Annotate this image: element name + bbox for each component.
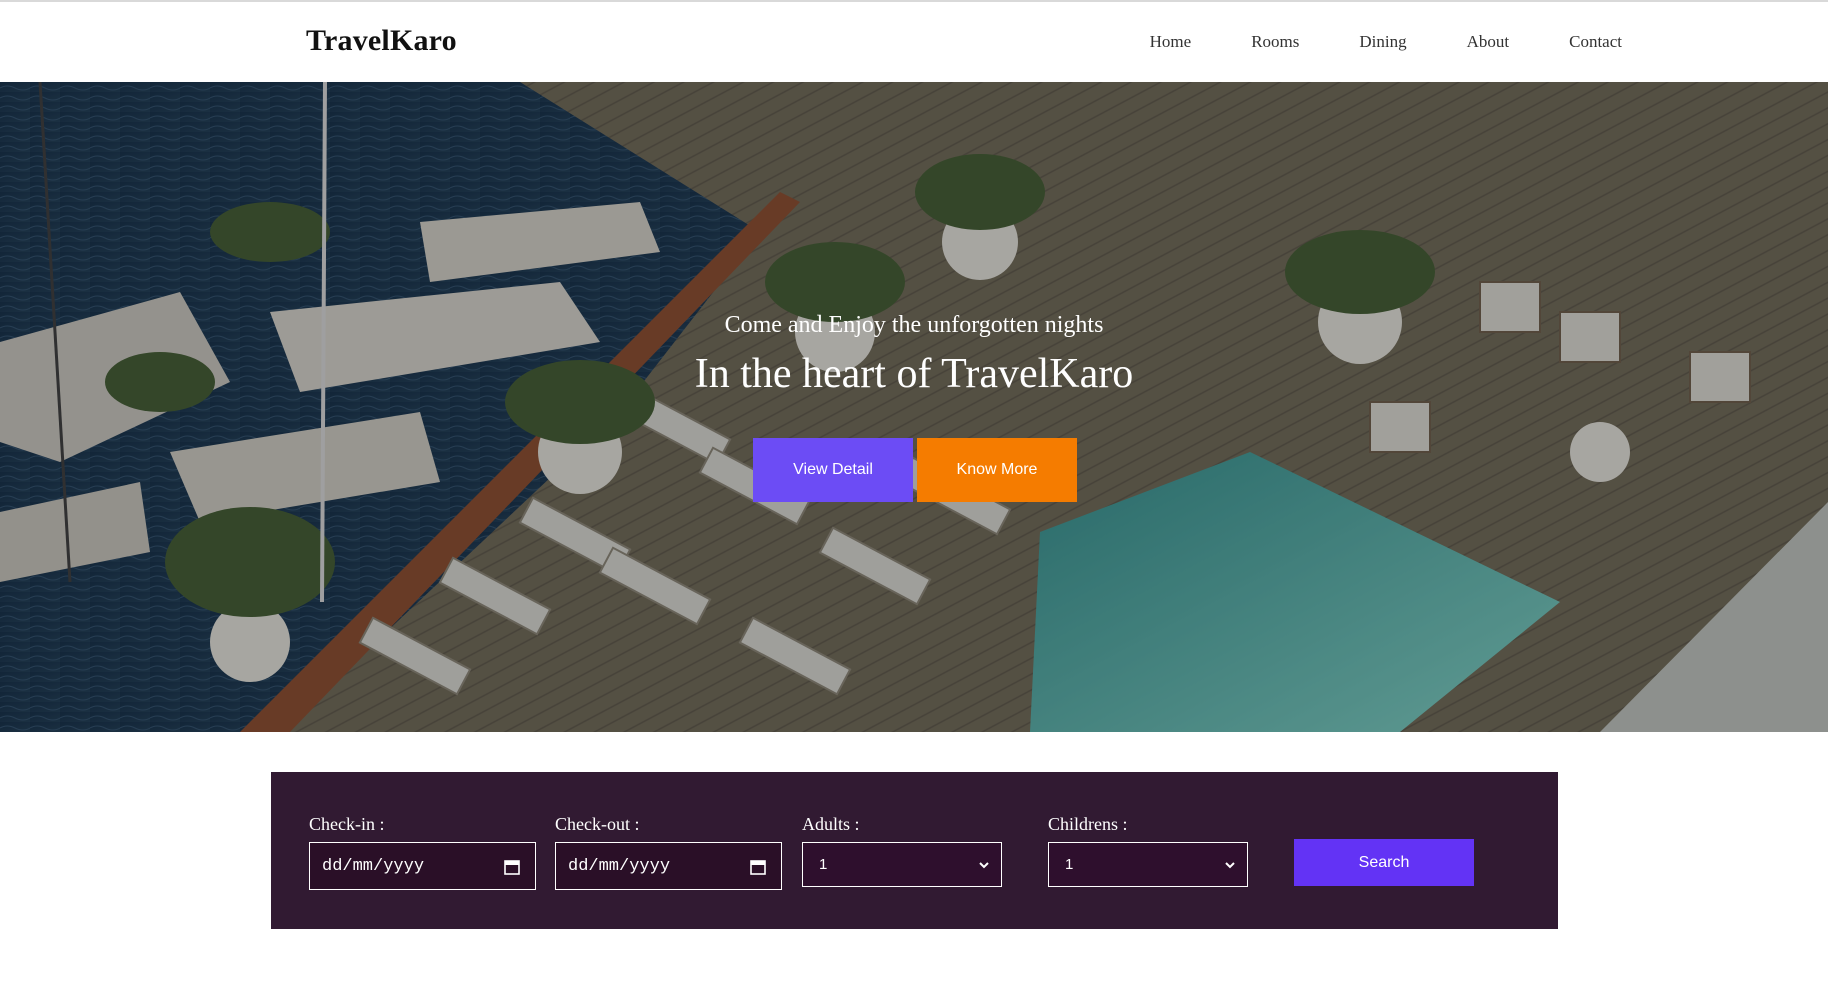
nav-about[interactable]: About	[1467, 32, 1510, 52]
site-header: TravelKaro Home Rooms Dining About Conta…	[0, 2, 1828, 82]
hero-banner: Come and Enjoy the unforgotten nights In…	[0, 82, 1828, 732]
hero-overlay	[0, 82, 1828, 732]
calendar-icon[interactable]	[749, 858, 767, 876]
nav-home[interactable]: Home	[1150, 32, 1192, 52]
main-nav: Home Rooms Dining About Contact	[1150, 32, 1622, 52]
nav-dining[interactable]: Dining	[1359, 32, 1406, 52]
know-more-button[interactable]: Know More	[917, 438, 1077, 502]
chevron-down-icon	[1225, 862, 1235, 869]
calendar-icon[interactable]	[503, 858, 521, 876]
nav-rooms[interactable]: Rooms	[1251, 32, 1299, 52]
brand-logo[interactable]: TravelKaro	[306, 24, 457, 58]
children-label: Childrens :	[1048, 814, 1128, 834]
checkout-date-input[interactable]: dd/mm/yyyy	[555, 842, 782, 890]
view-detail-button[interactable]: View Detail	[753, 438, 913, 502]
adults-label: Adults :	[802, 814, 860, 834]
booking-form: Check-in : dd/mm/yyyy Check-out : dd/mm/…	[271, 772, 1558, 929]
checkout-label: Check-out :	[555, 814, 640, 834]
checkin-date-input[interactable]: dd/mm/yyyy	[309, 842, 536, 890]
children-selected-value: 1	[1065, 856, 1074, 873]
chevron-down-icon	[979, 862, 989, 869]
adults-select[interactable]: 1	[802, 842, 1002, 887]
children-select[interactable]: 1	[1048, 842, 1248, 887]
search-button[interactable]: Search	[1294, 839, 1474, 886]
hero-title: In the heart of TravelKaro	[694, 351, 1134, 397]
checkout-date-value: dd/mm/yyyy	[568, 856, 671, 876]
nav-contact[interactable]: Contact	[1569, 32, 1622, 52]
adults-selected-value: 1	[819, 856, 828, 873]
checkin-date-value: dd/mm/yyyy	[322, 856, 425, 876]
checkin-label: Check-in :	[309, 814, 385, 834]
hero-subtitle: Come and Enjoy the unforgotten nights	[724, 312, 1104, 338]
